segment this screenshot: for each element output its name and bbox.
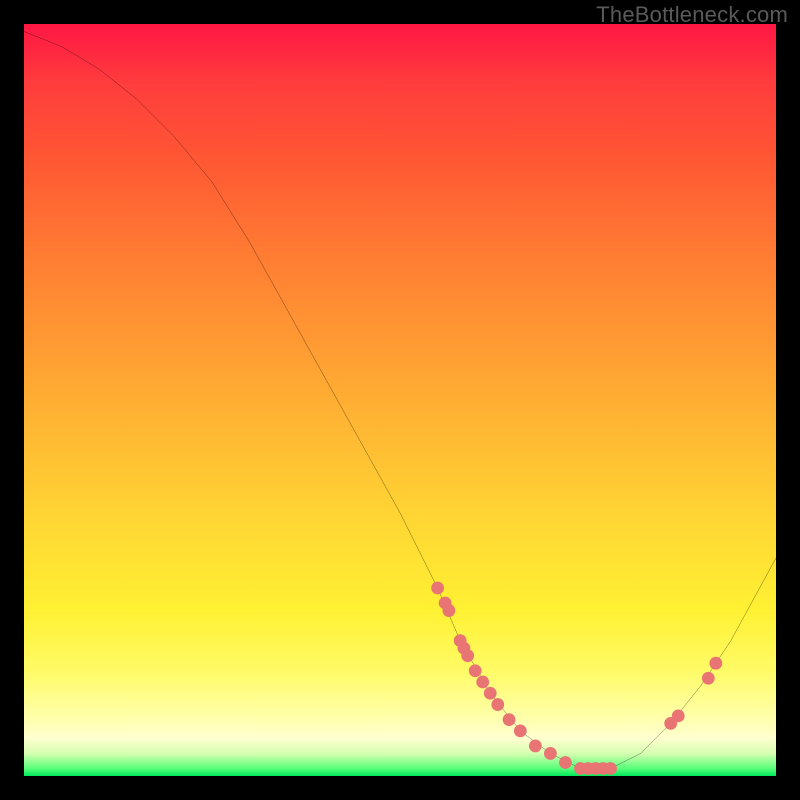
sample-point	[702, 672, 715, 685]
sample-point	[469, 664, 482, 677]
sample-point	[431, 582, 444, 595]
sample-point	[514, 724, 527, 737]
plot-area	[24, 24, 776, 776]
chart-frame: TheBottleneck.com	[0, 0, 800, 800]
bottleneck-curve-svg	[24, 24, 776, 776]
sample-point	[544, 747, 557, 760]
sample-point	[461, 649, 474, 662]
sample-point	[529, 740, 542, 753]
sample-point	[503, 713, 516, 726]
sample-point	[476, 676, 489, 689]
sample-point	[672, 709, 685, 722]
sample-points-group	[431, 582, 722, 775]
sample-point	[484, 687, 497, 700]
sample-point	[604, 762, 617, 775]
bottleneck-curve-path	[24, 32, 776, 769]
sample-point	[442, 604, 455, 617]
sample-point	[491, 698, 504, 711]
sample-point	[709, 657, 722, 670]
sample-point	[559, 756, 572, 769]
